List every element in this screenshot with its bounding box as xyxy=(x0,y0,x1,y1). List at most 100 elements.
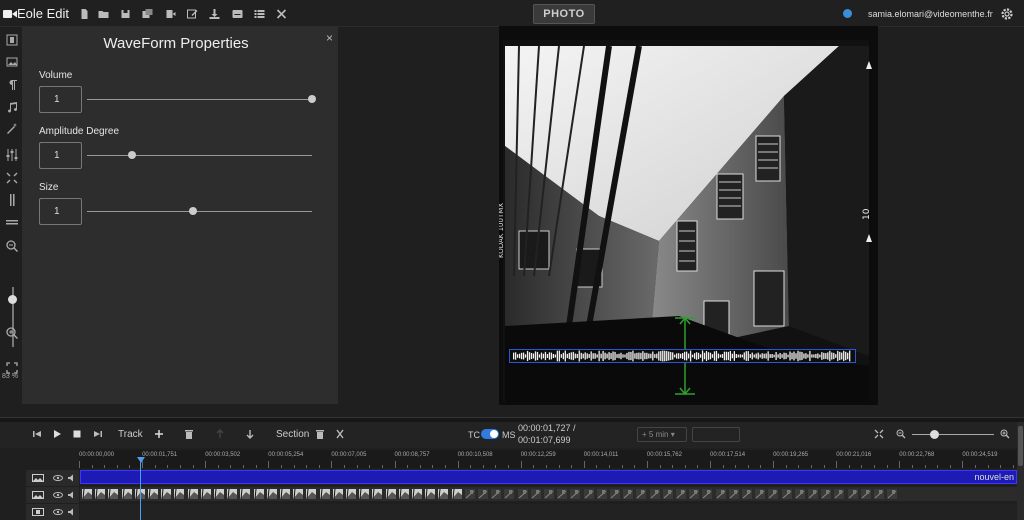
clip-thumbnail xyxy=(108,489,119,499)
equalizer-icon[interactable] xyxy=(6,149,18,161)
pause-icon[interactable] xyxy=(6,194,18,206)
volume-icon[interactable] xyxy=(67,508,77,516)
waveform-overlay[interactable] xyxy=(509,349,856,363)
time-total: 00:01:07,699 xyxy=(518,435,571,445)
film-icon[interactable] xyxy=(6,34,18,46)
image-icon[interactable] xyxy=(6,56,18,68)
jump-value: + 5 min xyxy=(642,430,669,439)
edit-icon[interactable] xyxy=(187,9,198,19)
playhead-handle[interactable] xyxy=(137,457,145,463)
list-icon[interactable] xyxy=(254,9,265,19)
waveform-bar xyxy=(727,351,730,361)
size-slider-knob[interactable] xyxy=(188,207,197,215)
photo-preview[interactable]: 10 KODAK 100TMX xyxy=(499,26,878,405)
size-slider-track[interactable] xyxy=(87,211,312,212)
gear-icon[interactable] xyxy=(1000,7,1014,21)
amplitude-degree-slider-knob[interactable] xyxy=(128,151,136,159)
chevron-down-icon: ▾ xyxy=(670,430,675,439)
eye-icon[interactable] xyxy=(53,491,63,499)
eye-icon[interactable] xyxy=(53,474,63,482)
waveform-bar xyxy=(674,354,676,358)
amplitude-degree-slider-track[interactable] xyxy=(87,155,312,156)
jump-select[interactable]: + 5 min ▾ xyxy=(637,427,687,442)
clip-thumbnail xyxy=(464,489,475,499)
save-icon[interactable] xyxy=(120,9,131,19)
timeline-zoom-knob[interactable] xyxy=(930,430,940,439)
timeline-ruler[interactable]: 00:00:00,000 00:00:01,751 00:00:03,502 00:0… xyxy=(79,450,1019,468)
timeline-scrollbar-thumb[interactable] xyxy=(1018,426,1023,466)
move-up-icon[interactable] xyxy=(215,429,225,439)
waveform-bar xyxy=(534,351,537,361)
ruler-tick xyxy=(899,461,901,468)
cut-icon[interactable] xyxy=(335,429,345,439)
clip-thumbnail xyxy=(359,489,370,499)
waveform-bar xyxy=(594,353,596,359)
panel-close-button[interactable]: × xyxy=(326,31,333,45)
clip-thumbnail xyxy=(887,489,898,499)
magic-wand-icon[interactable] xyxy=(6,123,18,135)
ruler-tick xyxy=(962,461,964,468)
download-icon[interactable] xyxy=(209,9,220,19)
zoom-in-icon[interactable] xyxy=(6,327,18,339)
open-folder-icon[interactable] xyxy=(98,9,109,19)
volume-slider-track[interactable] xyxy=(87,99,312,100)
waveform-bar xyxy=(743,352,745,360)
app-logo[interactable]: Eole Edit xyxy=(3,6,69,21)
image-track-clip[interactable] xyxy=(80,487,1017,501)
ruler-tick-label: 00:00:00,000 xyxy=(79,452,115,458)
subtitle-icon[interactable] xyxy=(232,9,243,19)
file-icon[interactable] xyxy=(79,9,90,19)
ruler-tick xyxy=(949,465,951,468)
size-input[interactable]: 1 xyxy=(39,198,82,225)
ruler-tick xyxy=(874,465,876,468)
add-track-icon[interactable] xyxy=(154,429,164,439)
volume-input[interactable]: 1 xyxy=(39,86,82,113)
paragraph-icon[interactable] xyxy=(6,79,18,91)
volume-slider-knob[interactable] xyxy=(308,95,316,103)
menu-icon[interactable] xyxy=(6,216,18,228)
waveform-bar xyxy=(765,353,767,359)
save-as-icon[interactable] xyxy=(142,9,153,19)
waveform-track-clip[interactable]: nouvel-en xyxy=(80,470,1017,484)
volume-icon[interactable] xyxy=(67,474,77,482)
move-down-icon[interactable] xyxy=(245,429,255,439)
clip-thumbnail xyxy=(847,489,858,499)
ruler-tick xyxy=(306,465,308,468)
video-track[interactable] xyxy=(80,504,1017,520)
clip-thumbnail xyxy=(768,489,779,499)
stop-icon[interactable] xyxy=(72,429,82,439)
play-icon[interactable] xyxy=(52,429,62,439)
timeline-zoom-out-icon[interactable] xyxy=(896,429,906,439)
export-icon[interactable] xyxy=(165,9,176,19)
clip-thumbnail xyxy=(293,489,304,499)
tc-ms-toggle[interactable] xyxy=(481,429,499,439)
waveform-bar xyxy=(769,354,771,358)
skip-end-icon[interactable] xyxy=(93,429,103,439)
timeline-zoom-track[interactable] xyxy=(912,434,994,435)
playhead[interactable] xyxy=(140,458,141,520)
volume-icon[interactable] xyxy=(67,491,77,499)
ruler-tick xyxy=(394,461,396,468)
fullscreen-icon[interactable] xyxy=(6,362,18,374)
zoom-slider-knob[interactable] xyxy=(8,295,17,304)
delete-section-icon[interactable] xyxy=(315,429,325,439)
delete-track-icon[interactable] xyxy=(184,429,194,439)
user-email[interactable]: samia.elomari@videomenthe.fr xyxy=(868,9,993,19)
ruler-tick xyxy=(545,465,547,468)
waveform-bar xyxy=(650,353,652,359)
waveform-bar xyxy=(781,354,783,358)
music-icon[interactable] xyxy=(6,101,18,113)
waveform-bar xyxy=(683,351,686,361)
zoom-out-icon[interactable] xyxy=(6,240,18,252)
amplitude-degree-input[interactable]: 1 xyxy=(39,142,82,169)
clip-thumbnail xyxy=(425,489,436,499)
skip-start-icon[interactable] xyxy=(32,429,42,439)
photo-mode-button[interactable]: PHOTO xyxy=(533,4,595,24)
jump-input[interactable] xyxy=(692,427,740,442)
eye-icon[interactable] xyxy=(53,508,63,516)
close-icon[interactable] xyxy=(276,9,287,19)
fit-icon[interactable] xyxy=(874,429,884,439)
timeline-zoom-in-icon[interactable] xyxy=(1000,429,1010,439)
clip-thumbnail xyxy=(491,489,502,499)
crop-icon[interactable] xyxy=(6,172,18,184)
